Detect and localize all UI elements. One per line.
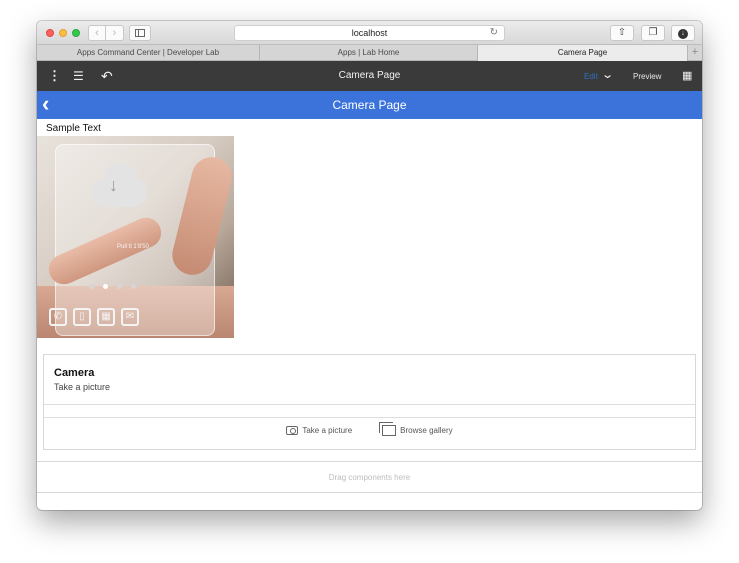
component-dropzone[interactable]: Drag components here [37, 461, 702, 493]
page-indicator [89, 284, 136, 289]
mobile-icon: ▯ [73, 308, 91, 326]
sidebar-toggle-button[interactable] [129, 25, 151, 41]
dropzone-hint: Drag components here [328, 473, 411, 482]
sidebar-icon [135, 29, 145, 37]
history-nav: ‹ › [88, 25, 124, 41]
camera-card-title: Camera [54, 367, 95, 379]
page-dot [89, 284, 94, 289]
browse-gallery-label: Browse gallery [400, 426, 453, 435]
divider [44, 404, 695, 405]
browser-tab-active[interactable]: Camera Page [478, 45, 688, 61]
take-picture-label: Take a picture [302, 426, 353, 435]
cloud-download-icon: ↓ [81, 163, 153, 209]
minimize-window-button[interactable] [59, 29, 67, 37]
back-arrow-icon[interactable]: ‹ [88, 25, 106, 41]
chevron-down-icon[interactable]: ⌄ [601, 68, 614, 81]
phone-icon: ✆ [49, 308, 67, 326]
sample-text: Sample Text [46, 123, 101, 134]
take-picture-button[interactable]: Take a picture [286, 425, 352, 436]
divider [44, 417, 695, 418]
browser-window: ‹ › localhost ↻ ⇧ ❐ ↓ Apps Command Cente… [37, 21, 702, 510]
page-header: ‹ Camera Page [37, 91, 702, 119]
page-title: Camera Page [332, 98, 407, 112]
reload-icon[interactable]: ↻ [490, 26, 498, 40]
download-icon: ↓ [678, 29, 688, 39]
tabs-icon: ❐ [648, 27, 658, 38]
forward-arrow-icon[interactable]: › [106, 25, 124, 41]
zoom-window-button[interactable] [72, 29, 80, 37]
camera-card-subtitle: Take a picture [54, 382, 111, 392]
tab-overview-button[interactable]: ❐ [641, 25, 665, 41]
page-settings-icon[interactable]: ▦ [682, 68, 692, 84]
share-button[interactable]: ⇧ [610, 25, 634, 41]
browse-gallery-button[interactable]: Browse gallery [379, 422, 453, 436]
gallery-icon [379, 422, 397, 436]
browser-titlebar: ‹ › localhost ↻ ⇧ ❐ ↓ [37, 21, 702, 45]
page-dot [131, 284, 136, 289]
page-dot [117, 284, 122, 289]
page-dot-active [103, 284, 108, 289]
camera-actions: Take a picture Browse gallery [44, 422, 695, 436]
address-bar[interactable]: localhost ↻ [234, 25, 505, 41]
new-tab-button[interactable]: + [688, 45, 702, 61]
camera-card: Camera Take a picture Take a picture Bro… [43, 354, 696, 450]
device-screen-label: Pull tl 1'8'50 [117, 244, 149, 250]
share-icon: ⇧ [617, 27, 627, 38]
browser-tab[interactable]: Apps Command Center | Developer Lab [37, 45, 260, 61]
url-text: localhost [351, 28, 388, 38]
close-window-button[interactable] [46, 29, 54, 37]
device-app-icons: ✆ ▯ ▦ ✉ [49, 308, 139, 326]
camera-icon [286, 426, 299, 435]
mail-icon: ✉ [121, 308, 139, 326]
calendar-icon: ▦ [97, 308, 115, 326]
app-toolbar: ⋮ ☰ ↶ Camera Page Edit ⌄ Preview ▦ [37, 61, 702, 91]
preview-button[interactable]: Preview [633, 72, 661, 81]
browser-tab-bar: Apps Command Center | Developer Lab Apps… [37, 45, 702, 61]
edit-mode-button[interactable]: Edit [584, 72, 598, 81]
browser-tab[interactable]: Apps | Lab Home [260, 45, 478, 61]
downloads-button[interactable]: ↓ [671, 25, 695, 41]
hero-image: ↓ Pull tl 1'8'50 ✆ ▯ ▦ ✉ [37, 136, 234, 338]
